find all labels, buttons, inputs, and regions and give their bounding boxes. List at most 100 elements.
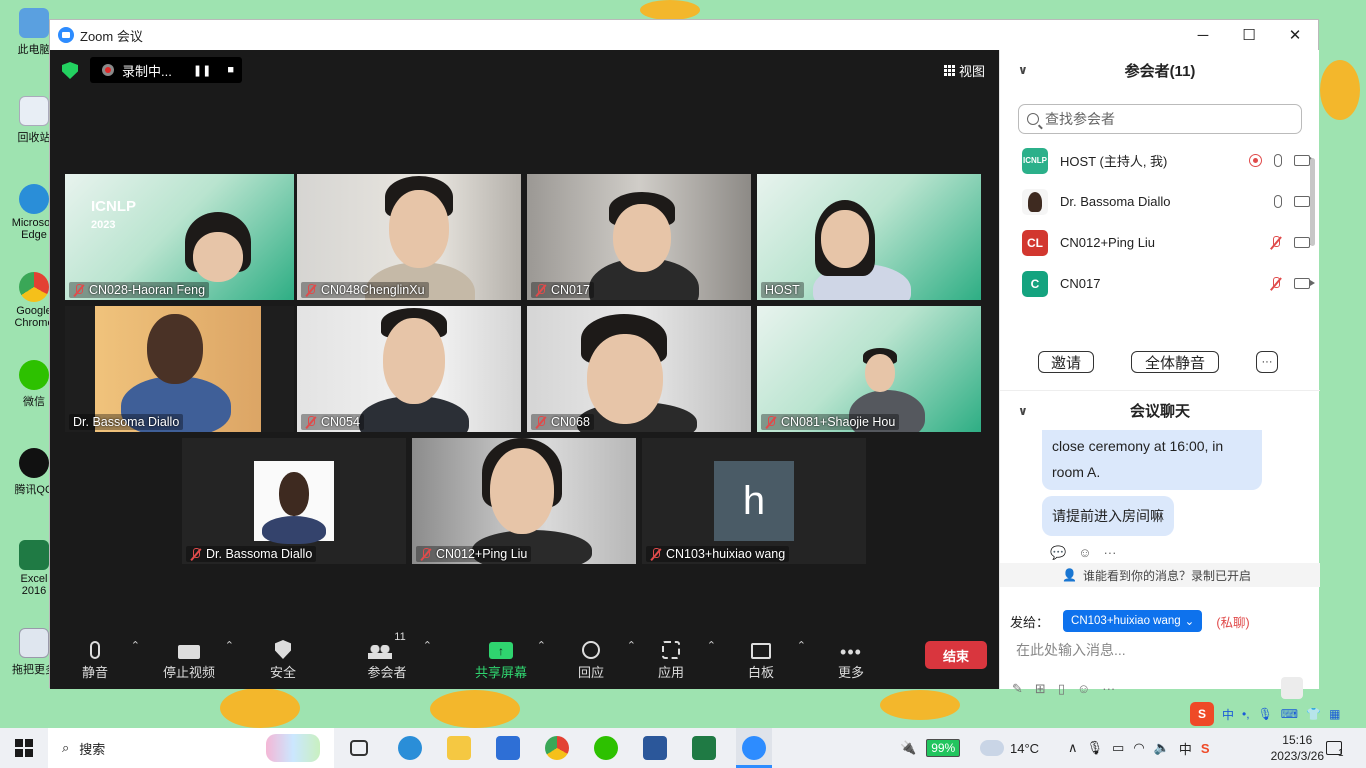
view-button-label: 视图 xyxy=(958,64,985,79)
participant-search-input[interactable]: 查找参会者 xyxy=(1018,104,1302,134)
muted-mic-icon[interactable] xyxy=(1270,235,1282,250)
zoom-app-icon[interactable] xyxy=(736,728,772,768)
word-icon[interactable] xyxy=(643,736,667,760)
punctuation-icon[interactable]: •, xyxy=(1242,707,1250,721)
recording-notice[interactable]: 👤 谁能看到你的消息？录制已开启 xyxy=(1000,563,1320,587)
participant-row[interactable]: ICNLP HOST (主持人, 我) xyxy=(1000,140,1320,181)
chat-more-icon[interactable]: ··· xyxy=(1102,681,1115,697)
video-camera-icon[interactable] xyxy=(1294,237,1315,248)
taskbar-search[interactable]: ⌕ 搜索 xyxy=(48,728,334,768)
apps-button[interactable]: 应用 ⌃ xyxy=(636,631,716,681)
network-icon[interactable]: ▭ xyxy=(1112,740,1124,756)
participant-row[interactable]: CL CN012+Ping Liu xyxy=(1000,222,1320,263)
participant-image xyxy=(193,232,243,282)
edge-icon[interactable] xyxy=(398,736,422,760)
reactions-button[interactable]: 回应 ⌃ xyxy=(556,631,636,681)
private-chat-label: (私聊) xyxy=(1216,615,1250,630)
participant-image xyxy=(865,354,895,392)
excel-icon[interactable] xyxy=(692,736,716,760)
chevron-up-icon[interactable]: ⌃ xyxy=(707,639,716,652)
video-tile[interactable]: CN054 xyxy=(297,306,521,432)
pause-recording-button[interactable]: ❚❚ xyxy=(193,64,211,77)
chevron-up-icon[interactable]: ⌃ xyxy=(423,639,432,652)
chevron-up-icon[interactable]: ⌃ xyxy=(627,639,636,652)
file-explorer-icon[interactable] xyxy=(447,736,471,760)
video-camera-icon[interactable] xyxy=(1294,155,1315,166)
end-meeting-button[interactable]: 结束 xyxy=(925,641,987,669)
video-tile[interactable]: Dr. Bassoma Diallo xyxy=(182,438,406,564)
chevron-up-icon[interactable]: ⌃ xyxy=(537,639,546,652)
chevron-up-icon[interactable]: ⌃ xyxy=(225,639,234,652)
participants-button[interactable]: 11 参会者 ⌃ xyxy=(352,631,432,681)
video-camera-icon[interactable] xyxy=(1294,196,1315,207)
whiteboard-button[interactable]: 白板 ⌃ xyxy=(726,631,806,681)
wifi-icon[interactable]: ◠ xyxy=(1133,740,1144,756)
chevron-up-icon[interactable]: ⌃ xyxy=(131,639,140,652)
video-tile[interactable]: Dr. Bassoma Diallo xyxy=(65,306,294,432)
microphone-icon[interactable] xyxy=(1274,154,1282,167)
file-icon[interactable]: ▯ xyxy=(1058,681,1065,697)
security-button[interactable]: 安全 xyxy=(248,631,318,681)
share-screen-button[interactable]: ↑ 共享屏幕 ⌃ xyxy=(466,631,546,681)
mute-button[interactable]: 静音 ⌃ xyxy=(60,631,140,681)
volume-icon[interactable]: 🔈 xyxy=(1154,740,1170,756)
more-button[interactable]: ••• 更多 xyxy=(816,631,886,681)
skin-icon[interactable]: 👕 xyxy=(1306,707,1321,721)
chrome-icon[interactable] xyxy=(545,736,569,760)
maximize-button[interactable]: ☐ xyxy=(1226,20,1272,50)
send-icon[interactable] xyxy=(1281,677,1303,699)
notification-button[interactable]: 1 xyxy=(1326,728,1344,768)
ime-indicator[interactable]: 中 xyxy=(1179,739,1192,758)
collapse-chevron-icon[interactable]: ∨ xyxy=(1018,404,1028,418)
video-tile[interactable]: CN068 xyxy=(527,306,751,432)
video-camera-icon[interactable] xyxy=(1294,278,1315,289)
task-view-icon[interactable] xyxy=(350,740,368,756)
weather-widget[interactable]: 14°C xyxy=(980,728,1039,768)
invite-button[interactable]: 邀请 xyxy=(1038,351,1094,373)
video-tile[interactable]: HOST xyxy=(757,174,981,300)
mail-icon[interactable] xyxy=(496,736,520,760)
video-tile[interactable]: CN012+Ping Liu xyxy=(412,438,636,564)
voice-icon[interactable]: 🎙 xyxy=(1258,707,1273,721)
video-tile[interactable]: ICNLP 2023 CN028-Haoran Feng xyxy=(65,174,294,300)
wechat-icon[interactable] xyxy=(594,736,618,760)
security-shield-icon[interactable] xyxy=(62,62,78,79)
ime-language-icon[interactable]: 中 xyxy=(1222,706,1234,723)
start-icon[interactable] xyxy=(15,739,33,757)
stop-recording-button[interactable]: ■ xyxy=(227,64,234,77)
battery-indicator[interactable]: 99% xyxy=(926,739,961,757)
keyboard-icon[interactable]: ⌨ xyxy=(1281,707,1298,721)
collapse-chevron-icon[interactable]: ∨ xyxy=(1018,63,1028,77)
muted-mic-icon[interactable] xyxy=(1270,276,1282,291)
microphone-icon[interactable]: 🎙 xyxy=(1087,740,1104,756)
participant-row[interactable]: C CN017 xyxy=(1000,263,1320,304)
participants-more-button[interactable]: ··· xyxy=(1256,351,1278,373)
emoji-icon[interactable]: ☺ xyxy=(1077,681,1090,697)
reply-icon[interactable]: 💬 xyxy=(1050,545,1066,561)
emoji-reaction-icon[interactable]: ☺ xyxy=(1078,545,1091,561)
power-plug-icon[interactable]: 🔌 xyxy=(900,740,916,756)
message-more-icon[interactable]: ··· xyxy=(1103,545,1116,561)
video-tile[interactable]: h CN103+huixiao wang xyxy=(642,438,866,564)
chevron-up-icon[interactable]: ∧ xyxy=(1068,740,1078,756)
minimize-button[interactable]: ─ xyxy=(1180,20,1226,50)
mute-all-button[interactable]: 全体静音 xyxy=(1131,351,1219,373)
chevron-up-icon[interactable]: ⌃ xyxy=(797,639,806,652)
participant-row[interactable]: Dr. Bassoma Diallo xyxy=(1000,181,1320,222)
microphone-icon[interactable] xyxy=(1274,195,1282,208)
send-to-dropdown[interactable]: CN103+huixiao wang ⌄ xyxy=(1063,610,1203,632)
view-button[interactable]: 视图 xyxy=(943,61,985,80)
sogou-logo-icon[interactable]: S xyxy=(1190,702,1214,726)
format-icon[interactable]: ✎ xyxy=(1012,681,1023,697)
video-tile[interactable]: CN081+Shaojie Hou xyxy=(757,306,981,432)
chat-input[interactable]: 在此处输入消息... xyxy=(1016,640,1126,660)
screenshot-icon[interactable]: ⊞ xyxy=(1035,681,1046,697)
stop-video-button[interactable]: 停止视频 ⌃ xyxy=(154,631,234,681)
video-tile[interactable]: CN017 xyxy=(527,174,751,300)
participant-scrollbar[interactable] xyxy=(1310,158,1315,246)
sogou-tray-icon[interactable]: S xyxy=(1201,741,1210,756)
close-button[interactable]: ✕ xyxy=(1272,20,1318,50)
toolbox-icon[interactable]: ▦ xyxy=(1329,707,1340,721)
taskbar-clock[interactable]: 15:16 2023/3/26 xyxy=(1271,732,1324,764)
video-tile[interactable]: CN048ChenglinXu xyxy=(297,174,521,300)
